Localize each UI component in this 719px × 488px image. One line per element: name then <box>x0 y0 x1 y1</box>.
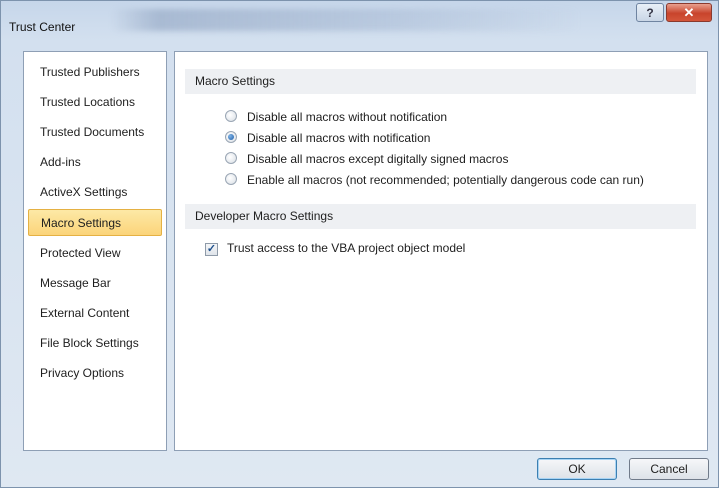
category-nav: Trusted Publishers Trusted Locations Tru… <box>23 51 167 451</box>
developer-settings-header: Developer Macro Settings <box>185 204 696 229</box>
nav-item-privacy-options[interactable]: Privacy Options <box>28 360 162 387</box>
trust-center-dialog: Trust Center ? ✕ Trusted Publishers Trus… <box>0 0 719 488</box>
vba-access-checkbox-icon[interactable]: ✓ <box>205 243 218 256</box>
close-icon: ✕ <box>683 5 695 20</box>
help-icon: ? <box>646 6 654 20</box>
radio-label: Disable all macros with notification <box>247 131 431 145</box>
nav-item-add-ins[interactable]: Add-ins <box>28 149 162 176</box>
nav-item-external-content[interactable]: External Content <box>28 300 162 327</box>
radio-button-icon[interactable] <box>225 152 237 164</box>
radio-label: Disable all macros without notification <box>247 110 448 124</box>
vba-access-label: Trust access to the VBA project object m… <box>227 241 466 255</box>
nav-item-file-block-settings[interactable]: File Block Settings <box>28 330 162 357</box>
nav-item-trusted-locations[interactable]: Trusted Locations <box>28 89 162 116</box>
radio-button-icon[interactable] <box>225 173 237 185</box>
cancel-button[interactable]: Cancel <box>629 458 709 480</box>
blurred-title-area <box>111 9 581 31</box>
close-button[interactable]: ✕ <box>666 3 712 22</box>
nav-item-protected-view[interactable]: Protected View <box>28 240 162 267</box>
radio-button-selected-icon[interactable] <box>225 131 237 143</box>
settings-panel: Macro Settings Disable all macros withou… <box>174 51 708 451</box>
radio-label: Disable all macros except digitally sign… <box>247 152 509 166</box>
nav-item-trusted-documents[interactable]: Trusted Documents <box>28 119 162 146</box>
radio-label: Enable all macros (not recommended; pote… <box>247 173 644 187</box>
title-bar: Trust Center ? ✕ <box>1 1 718 41</box>
help-button[interactable]: ? <box>636 3 664 22</box>
nav-item-macro-settings[interactable]: Macro Settings <box>28 209 162 236</box>
nav-item-trusted-publishers[interactable]: Trusted Publishers <box>28 59 162 86</box>
macro-settings-header: Macro Settings <box>185 69 696 94</box>
ok-button[interactable]: OK <box>537 458 617 480</box>
nav-item-message-bar[interactable]: Message Bar <box>28 270 162 297</box>
nav-item-activex-settings[interactable]: ActiveX Settings <box>28 179 162 206</box>
radio-button-icon[interactable] <box>225 110 237 122</box>
dialog-title: Trust Center <box>9 20 76 34</box>
